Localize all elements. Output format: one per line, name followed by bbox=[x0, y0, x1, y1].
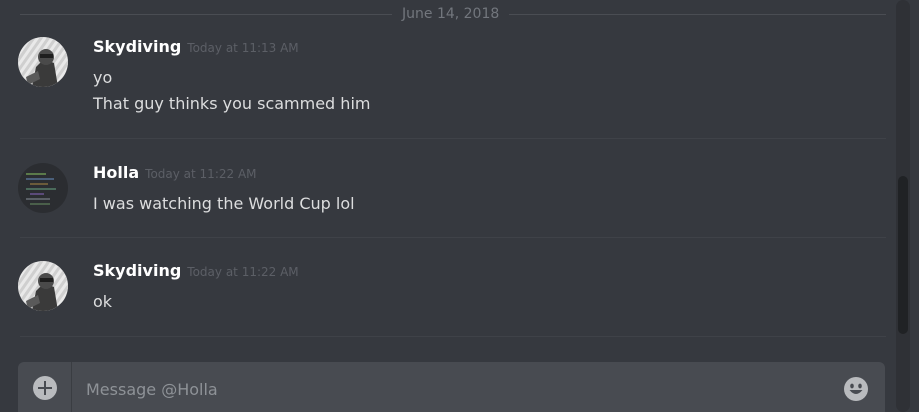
chat-pane: June 14, 2018 Skydiving Today at 11:13 AM… bbox=[0, 0, 919, 412]
message-header: Holla Today at 11:22 AM bbox=[93, 163, 257, 184]
message-group-divider bbox=[20, 237, 886, 238]
avatar[interactable] bbox=[18, 37, 68, 87]
timestamp: Today at 11:13 AM bbox=[187, 41, 299, 55]
timestamp: Today at 11:22 AM bbox=[187, 265, 299, 279]
username[interactable]: Holla bbox=[93, 163, 139, 182]
message-text: yo bbox=[93, 68, 113, 87]
scrollbar-thumb[interactable] bbox=[898, 176, 908, 334]
smiley-emoji-icon bbox=[844, 377, 868, 401]
avatar[interactable] bbox=[18, 163, 68, 213]
message-group-divider bbox=[20, 138, 886, 139]
skydiving-avatar-icon bbox=[18, 261, 68, 311]
attach-button[interactable] bbox=[18, 362, 72, 412]
avatar[interactable] bbox=[18, 261, 68, 311]
plus-circle-icon bbox=[33, 376, 57, 400]
message-header: Skydiving Today at 11:13 AM bbox=[93, 37, 299, 58]
date-divider-label: June 14, 2018 bbox=[392, 5, 510, 23]
username[interactable]: Skydiving bbox=[93, 261, 181, 280]
timestamp: Today at 11:22 AM bbox=[145, 167, 257, 181]
message-header: Skydiving Today at 11:22 AM bbox=[93, 261, 299, 282]
message-text: ok bbox=[93, 292, 113, 311]
emoji-button[interactable] bbox=[843, 376, 869, 402]
username[interactable]: Skydiving bbox=[93, 37, 181, 56]
message-input[interactable] bbox=[86, 378, 826, 400]
holla-avatar-icon bbox=[18, 163, 68, 213]
message-group-divider bbox=[20, 336, 886, 337]
message-text: That guy thinks you scammed him bbox=[93, 94, 371, 113]
message-text: I was watching the World Cup lol bbox=[93, 194, 355, 213]
skydiving-avatar-icon bbox=[18, 37, 68, 87]
message-composer bbox=[18, 362, 885, 412]
